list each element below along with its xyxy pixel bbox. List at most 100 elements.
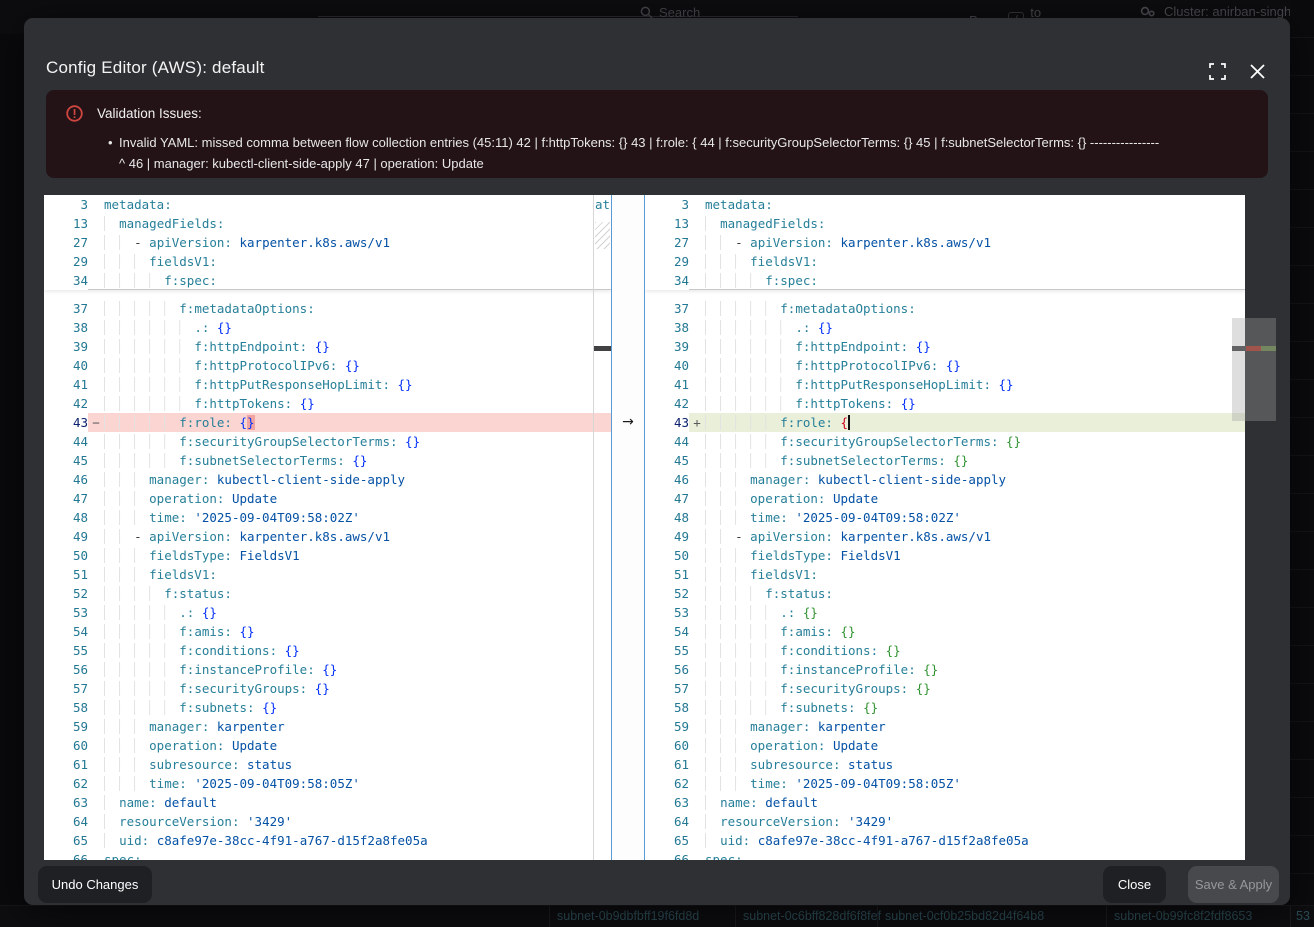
close-footer-button[interactable]: Close [1103, 866, 1166, 903]
code-line[interactable]: 48 time: '2025-09-04T09:58:02Z' [44, 508, 611, 527]
code-line[interactable]: 43+ f:role: { [645, 413, 1245, 432]
close-button[interactable] [1246, 60, 1268, 82]
code-text: .: {} [104, 603, 611, 622]
diff-sign [88, 793, 104, 812]
code-line[interactable]: 64 resourceVersion: '3429' [44, 812, 611, 831]
code-line[interactable]: 56 f:instanceProfile: {} [44, 660, 611, 679]
code-line[interactable]: 65 uid: c8afe97e-38cc-4f91-a767-d15f2a8f… [645, 831, 1245, 850]
code-line[interactable]: 49 - apiVersion: karpenter.k8s.aws/v1 [44, 527, 611, 546]
code-text: uid: c8afe97e-38cc-4f91-a767-d15f2a8fe05… [104, 831, 611, 850]
code-line[interactable]: 60 operation: Update [44, 736, 611, 755]
code-line[interactable]: 29 fieldsV1: [44, 252, 611, 271]
code-line[interactable]: 50 fieldsType: FieldsV1 [645, 546, 1245, 565]
code-line[interactable]: 58 f:subnets: {} [44, 698, 611, 717]
code-line[interactable]: 37 f:metadataOptions: [645, 299, 1245, 318]
code-line[interactable]: 54 f:amis: {} [645, 622, 1245, 641]
code-line[interactable]: 44 f:securityGroupSelectorTerms: {} [44, 432, 611, 451]
code-line[interactable]: 59 manager: karpenter [645, 717, 1245, 736]
code-line[interactable]: 34 f:spec: [44, 271, 611, 290]
code-line[interactable]: 43− f:role: {} [44, 413, 611, 432]
code-line[interactable]: 56 f:instanceProfile: {} [645, 660, 1245, 679]
code-line[interactable]: 47 operation: Update [645, 489, 1245, 508]
sticky-scroll-header[interactable]: 3metadata:13 managedFields:27 - apiVersi… [645, 195, 1245, 290]
line-number: 64 [645, 812, 689, 831]
code-line[interactable]: 3metadata: [645, 195, 1245, 214]
code-line[interactable]: 51 fieldsV1: [44, 565, 611, 584]
code-line[interactable]: 29 fieldsV1: [645, 252, 1245, 271]
code-line[interactable]: 55 f:conditions: {} [645, 641, 1245, 660]
code-line[interactable]: 62 time: '2025-09-04T09:58:05Z' [645, 774, 1245, 793]
code-line[interactable]: 65 uid: c8afe97e-38cc-4f91-a767-d15f2a8f… [44, 831, 611, 850]
code-text: subresource: status [705, 755, 1245, 774]
undo-changes-button[interactable]: Undo Changes [38, 866, 152, 903]
code-line[interactable]: 44 f:securityGroupSelectorTerms: {} [645, 432, 1245, 451]
code-line[interactable]: 53 .: {} [645, 603, 1245, 622]
code-line[interactable]: 13 managedFields: [645, 214, 1245, 233]
code-line[interactable]: 58 f:subnets: {} [645, 698, 1245, 717]
code-line[interactable]: 51 fieldsV1: [645, 565, 1245, 584]
code-line[interactable]: 27 - apiVersion: karpenter.k8s.aws/v1 [44, 233, 611, 252]
code-line[interactable]: 63 name: default [44, 793, 611, 812]
code-line[interactable]: 52 f:status: [44, 584, 611, 603]
code-text: f:securityGroupSelectorTerms: {} [705, 432, 1245, 451]
line-number: 42 [645, 394, 689, 413]
code-line[interactable]: 61 subresource: status [44, 755, 611, 774]
code-text: f:spec: [705, 271, 1245, 290]
code-line[interactable]: 42 f:httpTokens: {} [645, 394, 1245, 413]
code-line[interactable]: 63 name: default [645, 793, 1245, 812]
diff-sign [88, 356, 104, 375]
code-line[interactable]: 52 f:status: [645, 584, 1245, 603]
code-line[interactable]: 3metadata: [44, 195, 611, 214]
code-text: operation: Update [104, 736, 611, 755]
line-number: 59 [645, 717, 689, 736]
code-line[interactable]: 34 f:spec: [645, 271, 1245, 290]
revert-change-arrow[interactable]: → [612, 413, 644, 432]
code-line[interactable]: 50 fieldsType: FieldsV1 [44, 546, 611, 565]
code-line[interactable]: 46 manager: kubectl-client-side-apply [645, 470, 1245, 489]
code-line[interactable]: 27 - apiVersion: karpenter.k8s.aws/v1 [645, 233, 1245, 252]
code-line[interactable]: 60 operation: Update [645, 736, 1245, 755]
code-text: operation: Update [705, 489, 1245, 508]
code-line[interactable]: 55 f:conditions: {} [44, 641, 611, 660]
line-number: 29 [645, 252, 689, 271]
code-line[interactable]: 40 f:httpProtocolIPv6: {} [645, 356, 1245, 375]
code-line[interactable]: 57 f:securityGroups: {} [645, 679, 1245, 698]
code-line[interactable]: 39 f:httpEndpoint: {} [645, 337, 1245, 356]
code-line[interactable]: 39 f:httpEndpoint: {} [44, 337, 611, 356]
scrollbar-slider[interactable] [1232, 318, 1276, 421]
code-line[interactable]: 45 f:subnetSelectorTerms: {} [645, 451, 1245, 470]
code-line[interactable]: 53 .: {} [44, 603, 611, 622]
code-line[interactable]: 38 .: {} [44, 318, 611, 337]
code-line[interactable]: 48 time: '2025-09-04T09:58:02Z' [645, 508, 1245, 527]
code-text: fieldsType: FieldsV1 [104, 546, 611, 565]
code-line[interactable]: 38 .: {} [645, 318, 1245, 337]
code-line[interactable]: 46 manager: kubectl-client-side-apply [44, 470, 611, 489]
modified-editor[interactable]: 37 f:metadataOptions:38 .: {}39 f:httpEn… [645, 195, 1245, 860]
code-line[interactable]: 59 manager: karpenter [44, 717, 611, 736]
code-line[interactable]: 41 f:httpPutResponseHopLimit: {} [645, 375, 1245, 394]
line-number: 52 [44, 584, 88, 603]
original-editor[interactable]: 37 f:metadataOptions:38 .: {}39 f:httpEn… [44, 195, 611, 860]
expand-button[interactable] [1206, 60, 1228, 82]
code-line[interactable]: 66spec: [645, 850, 1245, 860]
code-line[interactable]: 62 time: '2025-09-04T09:58:05Z' [44, 774, 611, 793]
code-line[interactable]: 47 operation: Update [44, 489, 611, 508]
save-apply-button[interactable]: Save & Apply [1188, 866, 1279, 903]
line-number: 43 [44, 413, 88, 432]
sticky-scroll-header[interactable]: 3metadata:13 managedFields:27 - apiVersi… [44, 195, 611, 290]
line-number: 40 [44, 356, 88, 375]
code-line[interactable]: 41 f:httpPutResponseHopLimit: {} [44, 375, 611, 394]
diff-sign [88, 271, 104, 290]
code-line[interactable]: 40 f:httpProtocolIPv6: {} [44, 356, 611, 375]
code-line[interactable]: 42 f:httpTokens: {} [44, 394, 611, 413]
code-line[interactable]: 45 f:subnetSelectorTerms: {} [44, 451, 611, 470]
code-line[interactable]: 49 - apiVersion: karpenter.k8s.aws/v1 [645, 527, 1245, 546]
code-line[interactable]: 37 f:metadataOptions: [44, 299, 611, 318]
code-line[interactable]: 61 subresource: status [645, 755, 1245, 774]
code-line[interactable]: 13 managedFields: [44, 214, 611, 233]
code-line[interactable]: 66spec: [44, 850, 611, 860]
diff-sign [689, 603, 705, 622]
code-line[interactable]: 57 f:securityGroups: {} [44, 679, 611, 698]
code-line[interactable]: 64 resourceVersion: '3429' [645, 812, 1245, 831]
code-line[interactable]: 54 f:amis: {} [44, 622, 611, 641]
